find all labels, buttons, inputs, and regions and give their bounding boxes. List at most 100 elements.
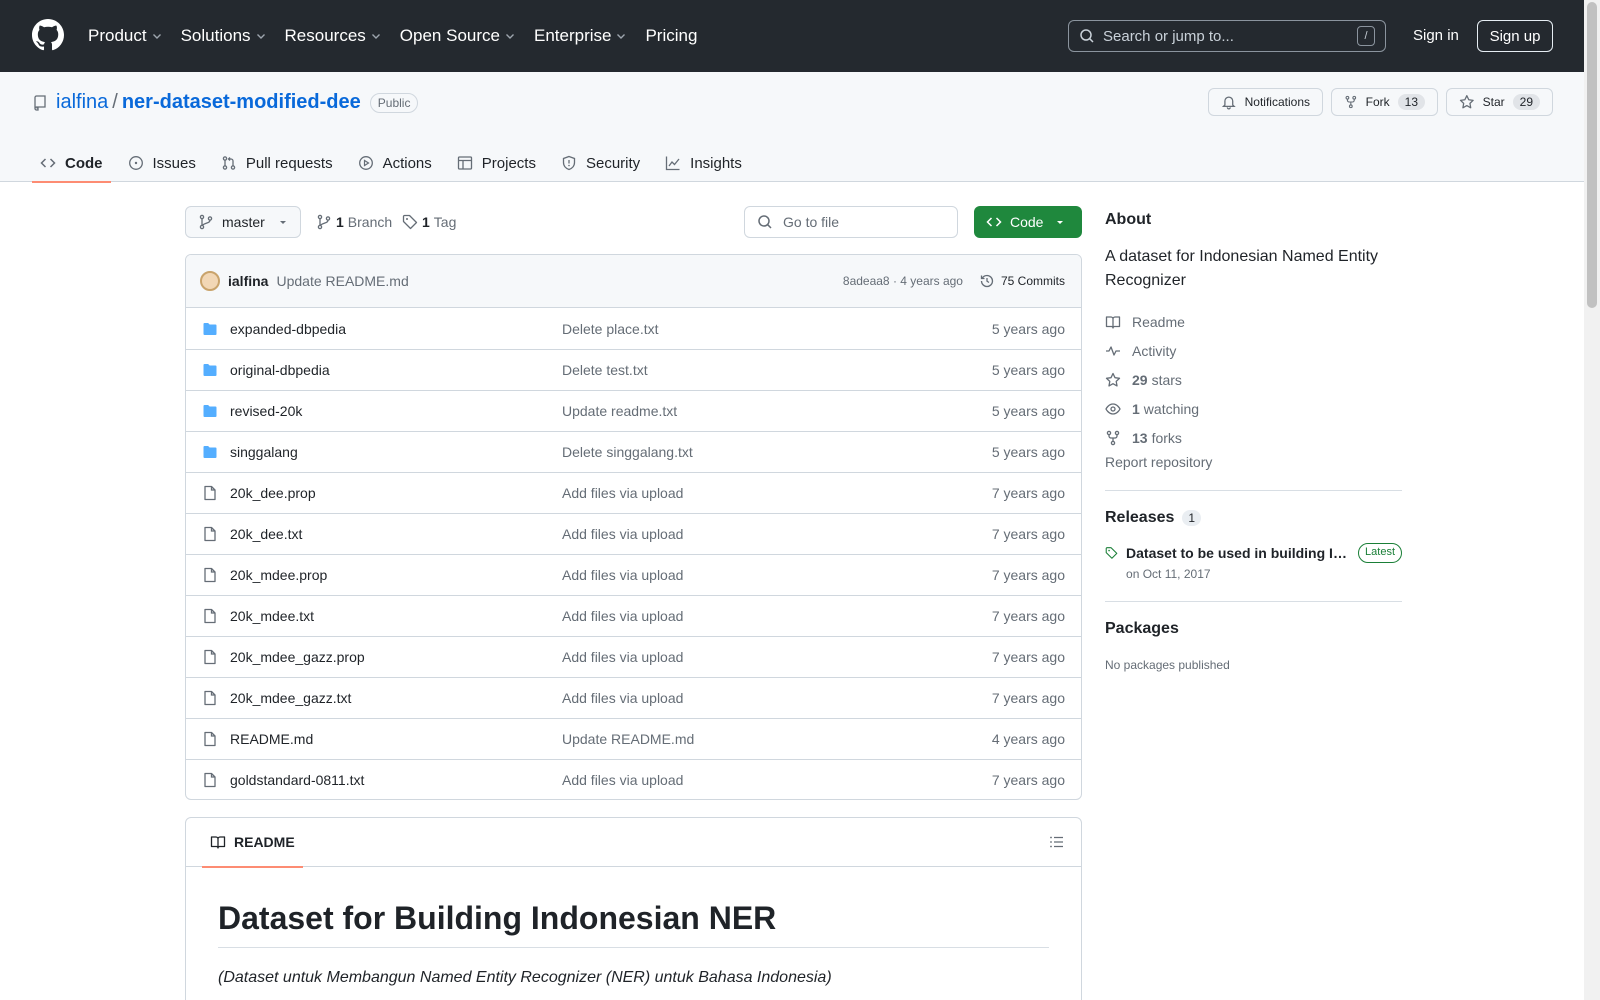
- tab-code[interactable]: Code: [32, 144, 111, 183]
- commit-message[interactable]: Update README.md: [276, 273, 842, 289]
- file-commit-message[interactable]: Add files via upload: [562, 608, 992, 624]
- tab-actions[interactable]: Actions: [350, 144, 440, 182]
- sign-up-button[interactable]: Sign up: [1477, 20, 1553, 52]
- releases-title[interactable]: Releases: [1105, 509, 1174, 527]
- go-to-file-input[interactable]: Go to file: [744, 206, 958, 238]
- sign-in-link[interactable]: Sign in: [1413, 27, 1459, 44]
- report-repository-link[interactable]: Report repository: [1105, 454, 1402, 470]
- github-logo-icon[interactable]: [32, 19, 64, 51]
- table-row[interactable]: expanded-dbpedia Delete place.txt 5 years …: [186, 308, 1081, 349]
- readme-link[interactable]: Readme: [1105, 307, 1402, 336]
- nav-open-source[interactable]: Open Source: [400, 26, 516, 46]
- tab-insights[interactable]: Insights: [657, 144, 750, 182]
- repo-name-link[interactable]: ner-dataset-modified-dee: [122, 91, 361, 114]
- global-header: Product Solutions Resources Open Source …: [0, 0, 1584, 72]
- file-name-link[interactable]: 20k_mdee_gazz.txt: [230, 690, 562, 706]
- file-commit-message[interactable]: Add files via upload: [562, 526, 992, 542]
- global-search-input[interactable]: Search or jump to... /: [1068, 20, 1386, 52]
- bell-icon: [1221, 96, 1236, 110]
- fork-button[interactable]: Fork 13: [1331, 88, 1438, 116]
- pull-request-icon: [222, 156, 236, 170]
- table-row[interactable]: singgalang Delete singgalang.txt 5 years a…: [186, 431, 1081, 472]
- release-item[interactable]: Dataset to be used in building Indonesia…: [1105, 543, 1402, 581]
- commit-author[interactable]: ialfina: [228, 273, 268, 289]
- file-commit-message[interactable]: Add files via upload: [562, 690, 992, 706]
- tab-pull-requests[interactable]: Pull requests: [213, 144, 341, 182]
- avatar[interactable]: [200, 271, 220, 291]
- tags-link[interactable]: 1 Tag: [402, 214, 456, 230]
- divider: [1105, 490, 1402, 491]
- file-name-link[interactable]: README.md: [230, 731, 562, 747]
- tag-icon: [1105, 547, 1118, 559]
- about-description: A dataset for Indonesian Named Entity Re…: [1105, 248, 1379, 289]
- nav-enterprise[interactable]: Enterprise: [534, 26, 627, 46]
- file-name-link[interactable]: 20k_mdee.txt: [230, 608, 562, 624]
- file-name-link[interactable]: 20k_dee.prop: [230, 485, 562, 501]
- file-name-link[interactable]: expanded-dbpedia: [230, 321, 562, 337]
- pulse-icon: [1106, 345, 1120, 356]
- file-commit-message[interactable]: Delete test.txt: [562, 362, 992, 378]
- table-row[interactable]: 20k_dee.txt Add files via upload 7 years a…: [186, 513, 1081, 554]
- branch-select[interactable]: master: [185, 206, 301, 238]
- table-row[interactable]: README.md Update README.md 4 years ago: [186, 718, 1081, 759]
- tab-security[interactable]: Security: [553, 144, 648, 182]
- readme-subtitle: (Dataset untuk Membangun Named Entity Re…: [218, 969, 832, 986]
- code-button[interactable]: Code: [974, 206, 1082, 238]
- nav-solutions[interactable]: Solutions: [181, 26, 267, 46]
- scrollbar-thumb[interactable]: [1587, 2, 1597, 308]
- file-commit-message[interactable]: Add files via upload: [562, 485, 992, 501]
- outline-button[interactable]: [1049, 834, 1065, 850]
- file-commit-message[interactable]: Update README.md: [562, 731, 992, 747]
- page-scrollbar[interactable]: [1584, 0, 1600, 1000]
- file-commit-message[interactable]: Add files via upload: [562, 649, 992, 665]
- tab-issues-label: Issues: [152, 154, 196, 172]
- table-row[interactable]: 20k_mdee.txt Add files via upload 7 years …: [186, 595, 1081, 636]
- table-row[interactable]: revised-20k Update readme.txt 5 years ago: [186, 390, 1081, 431]
- nav-product[interactable]: Product: [88, 26, 163, 46]
- file-name-link[interactable]: 20k_mdee.prop: [230, 567, 562, 583]
- file-commit-message[interactable]: Delete singgalang.txt: [562, 444, 992, 460]
- nav-pricing[interactable]: Pricing: [645, 26, 697, 46]
- stars-link[interactable]: 29 stars: [1105, 365, 1402, 394]
- file-name-link[interactable]: 20k_mdee_gazz.prop: [230, 649, 562, 665]
- file-commit-message[interactable]: Update readme.txt: [562, 403, 992, 419]
- book-icon: [210, 836, 226, 849]
- file-commit-age: 7 years ago: [991, 608, 1065, 624]
- readme-tab[interactable]: README: [202, 818, 303, 868]
- table-row[interactable]: 20k_mdee_gazz.txt Add files via upload 7 y…: [186, 677, 1081, 718]
- release-title[interactable]: Dataset to be used in building Indonesia…: [1126, 545, 1350, 561]
- file-commit-message[interactable]: Delete place.txt: [562, 321, 992, 337]
- nav-product-label: Product: [88, 26, 147, 45]
- nav-resources[interactable]: Resources: [285, 26, 382, 46]
- file-name-link[interactable]: 20k_dee.txt: [230, 526, 562, 542]
- file-name-link[interactable]: original-dbpedia: [230, 362, 562, 378]
- fork-icon: [1345, 95, 1357, 109]
- file-commit-age: 5 years ago: [991, 444, 1065, 460]
- tab-issues[interactable]: Issues: [120, 144, 204, 182]
- file-commit-message[interactable]: Add files via upload: [562, 567, 992, 583]
- commits-link[interactable]: 75 Commits: [979, 273, 1065, 289]
- star-button[interactable]: Star 29: [1446, 88, 1553, 116]
- forks-link[interactable]: 13 forks: [1105, 423, 1402, 452]
- watching-link[interactable]: 1 watching: [1105, 394, 1402, 423]
- table-row[interactable]: goldstandard-0811.txt Add files via uploa…: [186, 759, 1081, 799]
- branches-link[interactable]: 1 Branch: [316, 214, 392, 230]
- tab-projects[interactable]: Projects: [449, 144, 544, 182]
- commit-sha-age[interactable]: 8adeaa8 · 4 years ago: [843, 274, 963, 288]
- table-row[interactable]: original-dbpedia Delete test.txt 5 years a…: [186, 349, 1081, 390]
- history-icon: [980, 274, 994, 288]
- file-commit-message[interactable]: Add files via upload: [562, 772, 992, 788]
- notifications-button[interactable]: Notifications: [1208, 88, 1323, 116]
- nav-enterprise-label: Enterprise: [533, 26, 612, 45]
- repo-owner-link[interactable]: ialfina: [56, 91, 108, 114]
- file-name-link[interactable]: singgalang: [230, 444, 562, 460]
- file-name-link[interactable]: goldstandard-0811.txt: [230, 772, 562, 788]
- activity-link[interactable]: Activity: [1105, 336, 1402, 365]
- packages-title[interactable]: Packages: [1105, 620, 1402, 638]
- table-row[interactable]: 20k_mdee.prop Add files via upload 7 years…: [186, 554, 1081, 595]
- table-row[interactable]: 20k_mdee_gazz.prop Add files via upload 7 …: [186, 636, 1081, 677]
- table-row[interactable]: 20k_dee.prop Add files via upload 7 years …: [186, 472, 1081, 513]
- issue-icon: [128, 156, 143, 170]
- file-name-link[interactable]: revised-20k: [230, 403, 562, 419]
- file-icon: [202, 567, 220, 583]
